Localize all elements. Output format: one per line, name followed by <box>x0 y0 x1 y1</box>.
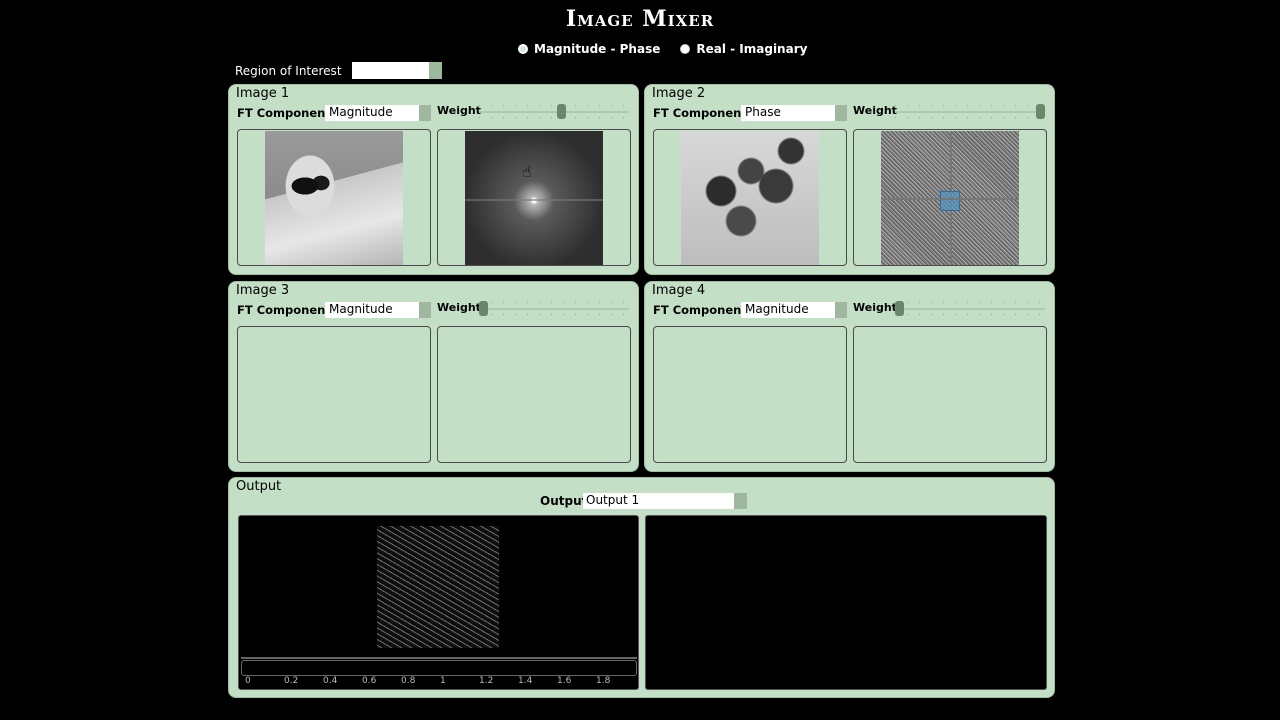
slider-handle[interactable] <box>895 301 904 316</box>
slider-track <box>895 308 1045 310</box>
ft-components-dropdown[interactable]: Magnitude <box>325 105 431 121</box>
dropdown-arrow-icon <box>419 302 431 318</box>
slider-ticks <box>479 314 629 315</box>
dropdown-arrow-icon <box>835 302 847 318</box>
original-image-view[interactable] <box>653 326 847 463</box>
image-panel-1: Image 1 FT Components Magnitude Weight ☝ <box>228 84 639 275</box>
weight-slider[interactable] <box>479 301 629 317</box>
app-title: Image Mixer <box>565 6 715 32</box>
panel-title: Image 1 <box>236 86 290 101</box>
ft-component-view[interactable] <box>853 326 1047 463</box>
weight-label: Weight <box>437 104 481 117</box>
output-label: Output <box>540 494 588 508</box>
mode-real-imaginary-radio[interactable]: Real - Imaginary <box>680 42 807 56</box>
weight-slider[interactable] <box>479 104 629 120</box>
slider-ticks <box>895 302 1045 303</box>
mode-label: Real - Imaginary <box>696 42 808 56</box>
panel-title: Image 3 <box>236 283 290 298</box>
ruler-tick-label: 1.2 <box>479 676 494 686</box>
ruler-tick-label: 0 <box>245 676 251 686</box>
progress-ruler[interactable]: 0 0.2 0.4 0.6 0.8 1 1.2 1.4 1.6 1.8 <box>241 657 637 689</box>
ft-components-value: Magnitude <box>745 302 809 316</box>
output-view-1[interactable]: 0 0.2 0.4 0.6 0.8 1 1.2 1.4 1.6 1.8 <box>238 515 639 690</box>
slider-handle[interactable] <box>1036 104 1045 119</box>
original-image-view[interactable] <box>237 326 431 463</box>
dropdown-arrow-icon <box>734 493 747 509</box>
original-image-view[interactable] <box>237 129 431 266</box>
radio-selected-icon <box>518 44 528 54</box>
slider-ticks <box>895 314 1045 315</box>
panel-title: Image 4 <box>652 283 706 298</box>
panel-title: Image 2 <box>652 86 706 101</box>
radio-unselected-icon <box>680 44 691 54</box>
output-dropdown[interactable]: Output 1 <box>583 493 747 509</box>
dropdown-arrow-icon <box>419 105 431 121</box>
ruler-tick-label: 1.6 <box>557 676 572 686</box>
ft-components-label: FT Components <box>237 106 338 120</box>
ft-components-label: FT Components <box>653 106 754 120</box>
ruler-tick-label: 1 <box>440 676 446 686</box>
ft-component-view[interactable]: ☝ <box>437 129 631 266</box>
ft-components-dropdown[interactable]: Magnitude <box>325 302 431 318</box>
output-panel-title: Output <box>236 479 282 494</box>
ruler-tick-label: 0.8 <box>401 676 416 686</box>
ruler-tick-label: 0.2 <box>284 676 299 686</box>
output-panel: Output Output Output 1 0 0.2 0.4 0.6 0.8 1 1.2… <box>228 477 1055 698</box>
ft-components-dropdown[interactable]: Magnitude <box>741 302 847 318</box>
ruler-tick-label: 1.4 <box>518 676 533 686</box>
roi-dropdown[interactable]: Outer region <box>351 62 442 79</box>
slider-ticks <box>479 302 629 303</box>
weight-slider[interactable] <box>895 301 1045 317</box>
slider-track <box>479 111 629 113</box>
roi-label: Region of Interest <box>235 63 342 78</box>
phase-spectrum-image <box>881 131 1019 265</box>
ruler-track <box>241 660 637 676</box>
roi-value: Outer region <box>354 63 425 76</box>
weight-label: Weight <box>853 301 897 314</box>
slider-track <box>895 111 1045 113</box>
ruler-tick-label: 0.6 <box>362 676 377 686</box>
ft-components-label: FT Components <box>237 303 338 317</box>
slider-ticks <box>895 117 1045 118</box>
slider-handle[interactable] <box>556 104 566 119</box>
dropdown-arrow-icon <box>428 62 442 79</box>
output-value: Output 1 <box>586 493 640 507</box>
roi-rectangle[interactable] <box>940 191 960 211</box>
dropdown-arrow-icon <box>835 105 847 121</box>
output-image <box>377 526 499 648</box>
image-panel-2: Image 2 FT Components Phase Weight <box>644 84 1055 275</box>
slider-ticks <box>895 105 1045 106</box>
flower-image <box>681 131 819 265</box>
ft-components-label: FT Components <box>653 303 754 317</box>
slider-handle[interactable] <box>479 301 488 316</box>
ft-components-value: Phase <box>745 105 781 119</box>
weight-slider[interactable] <box>895 104 1045 120</box>
ft-components-value: Magnitude <box>329 302 393 316</box>
weight-label: Weight <box>437 301 481 314</box>
image-panel-4: Image 4 FT Components Magnitude Weight <box>644 281 1055 472</box>
original-image-view[interactable] <box>653 129 847 266</box>
slider-ticks <box>479 117 629 118</box>
roi-control: Region of Interest Outer region <box>235 62 442 79</box>
slider-track <box>479 308 629 310</box>
cat-image <box>265 131 403 265</box>
ruler-tick-label: 0.4 <box>323 676 338 686</box>
ruler-tick-label: 1.8 <box>596 676 611 686</box>
output-view-2[interactable] <box>645 515 1047 690</box>
mode-label: Magnitude - Phase <box>534 42 661 56</box>
ft-component-view[interactable] <box>853 129 1047 266</box>
mode-selector: Magnitude - Phase Real - Imaginary <box>518 42 807 56</box>
ft-components-value: Magnitude <box>329 105 393 119</box>
ft-components-dropdown[interactable]: Phase <box>741 105 847 121</box>
mode-magnitude-phase-radio[interactable]: Magnitude - Phase <box>518 42 660 56</box>
weight-label: Weight <box>853 104 897 117</box>
ft-component-view[interactable] <box>437 326 631 463</box>
magnitude-spectrum-image: ☝ <box>465 131 603 265</box>
hand-cursor-icon: ☝ <box>522 162 532 181</box>
image-panel-3: Image 3 FT Components Magnitude Weight <box>228 281 639 472</box>
slider-ticks <box>479 105 629 106</box>
